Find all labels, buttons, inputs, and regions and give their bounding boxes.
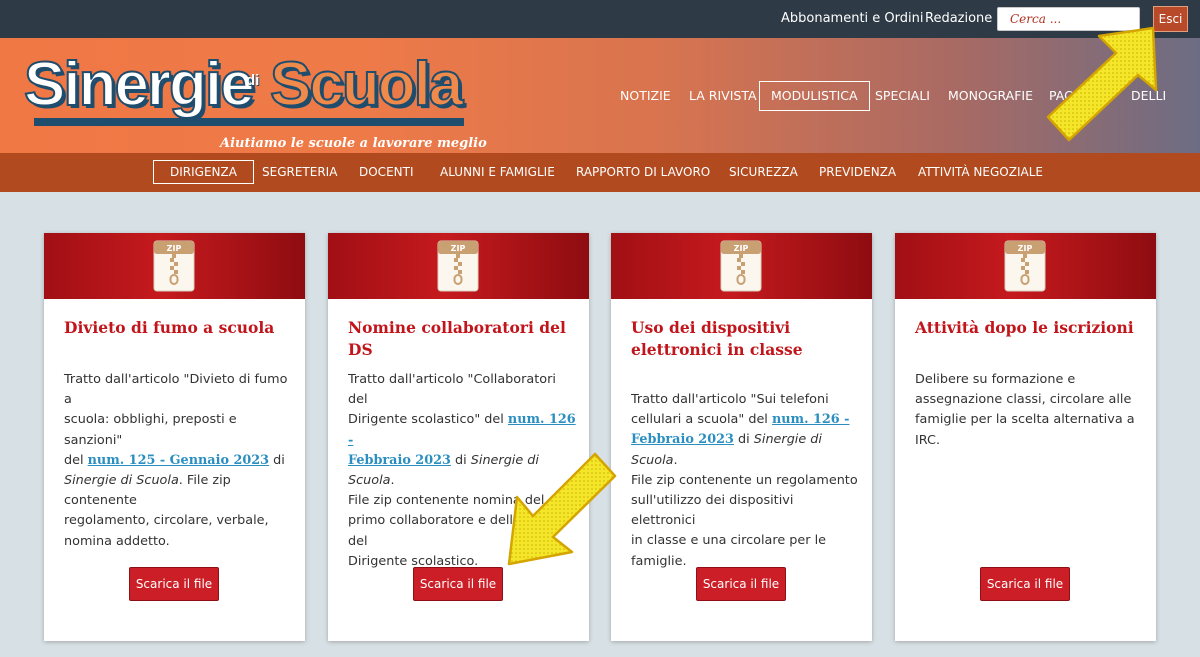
category-nav: DIRIGENZA SEGRETERIA DOCENTI ALUNNI E FA… — [0, 153, 1200, 192]
description-text: in classe e una circolare per le — [631, 533, 827, 549]
zip-icon-label: ZIP — [167, 244, 182, 253]
description-line: Tratto dall'articolo "Divieto di fumo a — [64, 370, 292, 410]
description-text: . — [390, 473, 395, 489]
zip-file-icon: ZIP — [437, 240, 479, 292]
download-card: ZIP Attività dopo le iscrizioni Delibere… — [895, 233, 1156, 641]
description-line: del num. 125 - Gennaio 2023 di — [64, 451, 292, 471]
description-text: Dirigente scolastico" del — [348, 412, 508, 428]
description-text: di — [733, 432, 754, 448]
card-title[interactable]: Nomine collaboratori del DS — [348, 317, 573, 361]
download-button[interactable]: Scarica il file — [696, 567, 786, 601]
download-card: ZIP Nomine collaboratori del DS Tratto d… — [328, 233, 589, 641]
logo-word-di: di — [246, 72, 260, 89]
description-line: sull'utilizzo dei dispositivi elettronic… — [631, 491, 859, 531]
description-text: scuola: obblighi, preposti e sanzioni" — [64, 412, 237, 448]
description-line: assegnazione classi, circolare alle — [915, 390, 1143, 410]
description-text: di — [269, 452, 285, 468]
magazine-name: Sinergie di Scuola — [64, 473, 179, 489]
zip-file-icon: ZIP — [1004, 240, 1046, 292]
zip-icon-label: ZIP — [734, 244, 749, 253]
description-text: nomina addetto. — [64, 533, 170, 549]
description-text: famiglie per la scelta alternativa a — [915, 412, 1135, 428]
card-header: ZIP — [895, 233, 1156, 299]
description-line: Febbraio 2023 di Sinergie di Scuola. — [631, 430, 859, 470]
subnav-dirigenza[interactable]: DIRIGENZA — [153, 160, 254, 184]
description-line: famiglie per la scelta alternativa a — [915, 410, 1143, 430]
card-description: Tratto dall'articolo "Divieto di fumo a s… — [64, 370, 292, 552]
description-line: cellulari a scuola" del num. 126 - — [631, 410, 859, 430]
tagline: Aiutiamo le scuole a lavorare meglio — [220, 136, 487, 151]
description-line: scuola: obblighi, preposti e sanzioni" — [64, 410, 292, 450]
description-text: del — [64, 452, 88, 468]
description-line: in classe e una circolare per le — [631, 531, 859, 551]
zip-icon-label: ZIP — [451, 244, 466, 253]
issue-link[interactable]: Febbraio 2023 — [348, 453, 451, 468]
description-line: File zip contenente un regolamento — [631, 471, 859, 491]
description-line: Tratto dall'articolo "Sui telefoni — [631, 390, 859, 410]
zip-file-icon: ZIP — [720, 240, 762, 292]
description-text: regolamento, circolare, verbale, — [64, 513, 269, 529]
card-header: ZIP — [611, 233, 872, 299]
description-text: File zip contenente un regolamento — [631, 472, 858, 488]
nav-monografie[interactable]: MONOGRAFIE — [948, 81, 1033, 111]
card-header: ZIP — [44, 233, 305, 299]
download-button[interactable]: Scarica il file — [413, 567, 503, 601]
pointer-arrow-icon — [507, 452, 617, 566]
card-description: Delibere su formazione e assegnazione cla… — [915, 370, 1143, 451]
description-line: Sinergie di Scuola. File zip contenente — [64, 471, 292, 511]
description-line: regolamento, circolare, verbale, — [64, 511, 292, 531]
download-card: ZIP Uso dei dispositivi elettronici in c… — [611, 233, 872, 641]
description-line: Dirigente scolastico" del num. 126 - — [348, 410, 576, 450]
card-title[interactable]: Divieto di fumo a scuola — [64, 317, 289, 339]
download-button[interactable]: Scarica il file — [129, 567, 219, 601]
description-text: IRC. — [915, 432, 941, 448]
top-link-editorial[interactable]: Redazione — [925, 11, 992, 26]
site-header: Sinergie di Scuola Aiutiamo le scuole a … — [0, 38, 1200, 153]
description-line: Tratto dall'articolo "Collaboratori del — [348, 370, 576, 410]
description-text: di — [450, 452, 471, 468]
zip-icon-label: ZIP — [1018, 244, 1033, 253]
card-header: ZIP — [328, 233, 589, 299]
description-text: Delibere su formazione e — [915, 372, 1076, 387]
pointer-arrow-icon — [1046, 26, 1158, 142]
issue-link[interactable]: num. 126 - — [772, 412, 850, 427]
description-text: Tratto dall'articolo "Divieto di fumo a — [64, 372, 288, 408]
logo-word-main: Sinergie — [23, 49, 256, 120]
subnav-segreteria[interactable]: SEGRETERIA — [262, 163, 337, 181]
description-text: sull'utilizzo dei dispositivi elettronic… — [631, 493, 794, 529]
site-logo[interactable]: Sinergie di Scuola Aiutiamo le scuole a … — [22, 49, 487, 151]
card-title[interactable]: Uso dei dispositivi elettronici in class… — [631, 317, 856, 361]
download-card: ZIP Divieto di fumo a scuola Tratto dall… — [44, 233, 305, 641]
card-description: Tratto dall'articolo "Sui telefoni cellul… — [631, 390, 859, 572]
description-line: IRC. — [915, 431, 1143, 451]
description-text: Tratto dall'articolo "Sui telefoni — [631, 392, 829, 407]
nav-notizie[interactable]: NOTIZIE — [620, 81, 671, 111]
description-text: Tratto dall'articolo "Collaboratori del — [348, 372, 556, 408]
nav-speciali[interactable]: SPECIALI — [875, 81, 930, 111]
subnav-attivita-negoziale[interactable]: ATTIVITÀ NEGOZIALE — [918, 163, 1043, 181]
description-text: famiglie. — [631, 553, 687, 569]
subnav-previdenza[interactable]: PREVIDENZA — [819, 163, 896, 181]
card-title[interactable]: Attività dopo le iscrizioni — [915, 317, 1140, 339]
description-text: assegnazione classi, circolare alle — [915, 392, 1132, 408]
description-line: nomina addetto. — [64, 532, 292, 552]
top-bar: Abbonamenti e Ordini Redazione Cerca ...… — [0, 0, 1200, 38]
description-line: Delibere su formazione e — [915, 370, 1143, 390]
subnav-sicurezza[interactable]: SICUREZZA — [729, 163, 798, 181]
subnav-alunni-famiglie[interactable]: ALUNNI E FAMIGLIE — [440, 163, 555, 181]
subnav-docenti[interactable]: DOCENTI — [359, 163, 414, 181]
description-text: . — [673, 452, 678, 468]
zip-file-icon: ZIP — [153, 240, 195, 292]
nav-la-rivista[interactable]: LA RIVISTA — [689, 81, 757, 111]
description-text: cellulari a scuola" del — [631, 412, 772, 428]
subnav-rapporto-lavoro[interactable]: RAPPORTO DI LAVORO — [576, 163, 710, 181]
top-link-subscriptions[interactable]: Abbonamenti e Ordini — [781, 11, 924, 26]
issue-link[interactable]: Febbraio 2023 — [631, 432, 734, 447]
download-button[interactable]: Scarica il file — [980, 567, 1070, 601]
nav-modulistica[interactable]: MODULISTICA — [759, 81, 870, 111]
issue-link[interactable]: num. 125 - Gennaio 2023 — [88, 453, 269, 468]
logo-word-second: Scuola — [269, 49, 464, 120]
